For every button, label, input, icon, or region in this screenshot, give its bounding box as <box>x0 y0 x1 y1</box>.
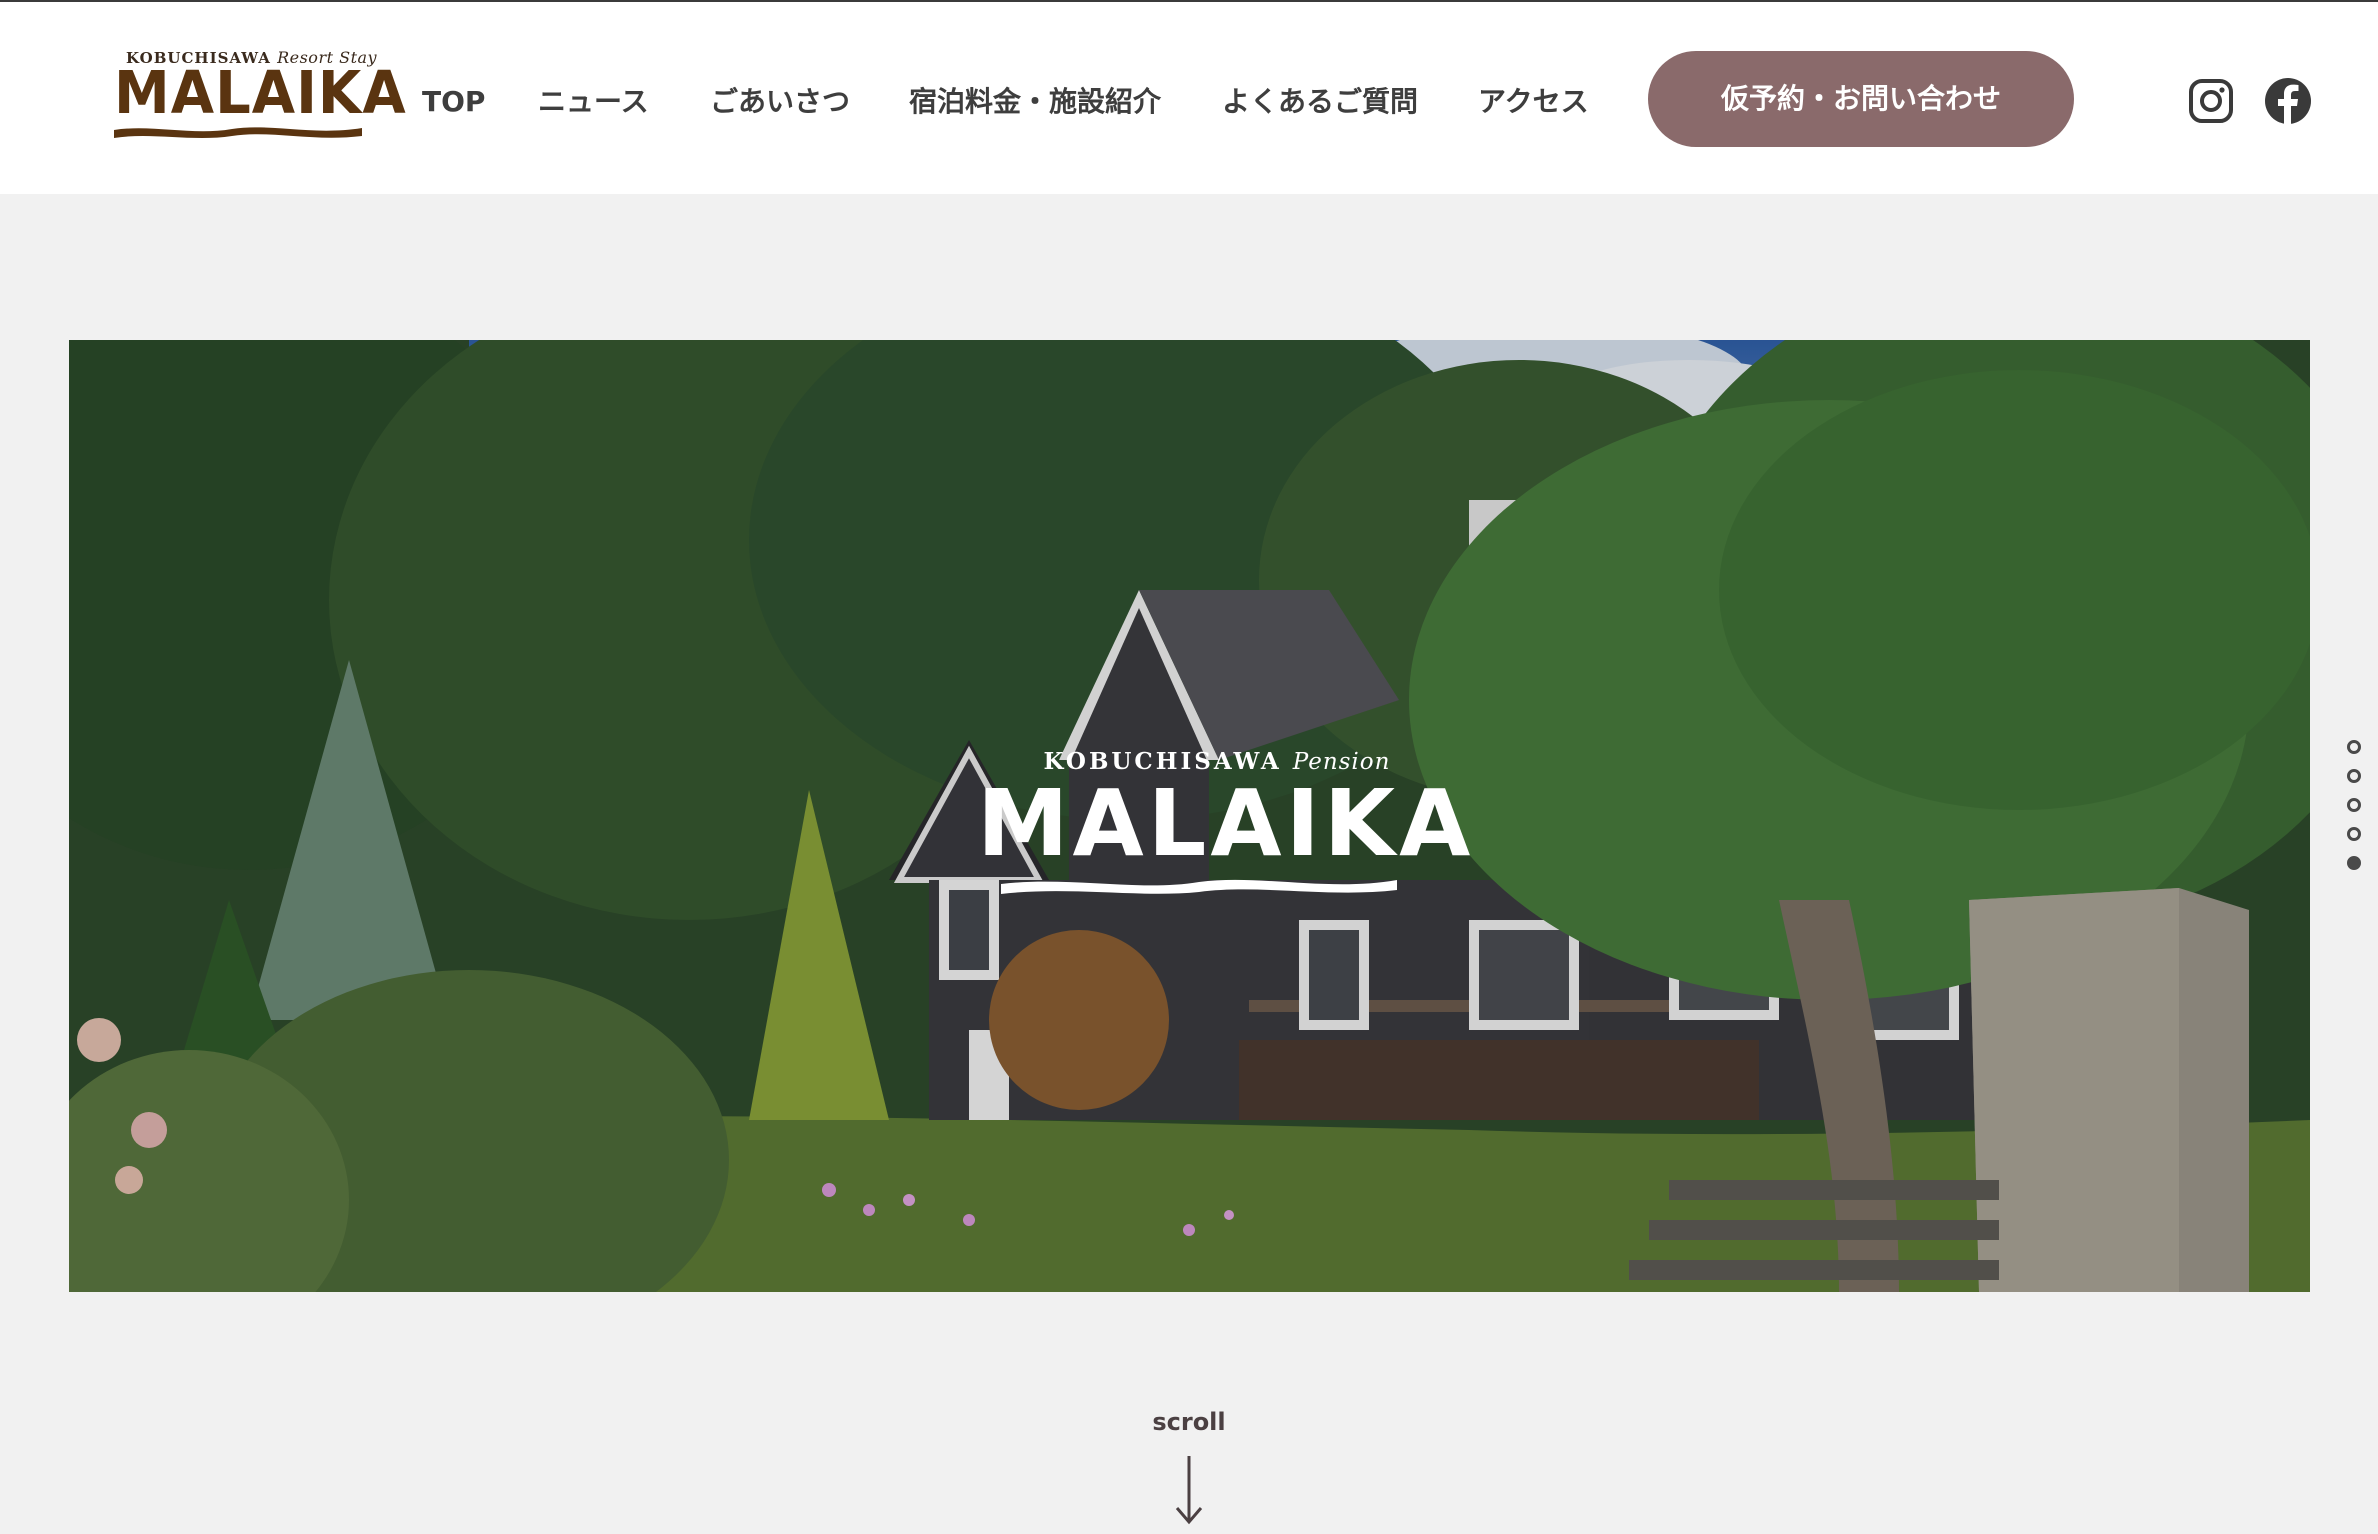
slider-dots <box>2347 740 2365 880</box>
hero-image: KOBUCHISAWA Pension MALAIKA <box>69 340 2310 1292</box>
nav-item-faq[interactable]: よくあるご質問 <box>1222 78 1418 126</box>
site-logo[interactable]: KOBUCHISAWA Resort Stay MALAIKA <box>112 48 407 148</box>
slider-dot-1[interactable] <box>2347 740 2361 754</box>
scroll-indicator[interactable]: scroll <box>1129 1408 1249 1528</box>
facebook-icon[interactable] <box>2264 77 2312 125</box>
slider-dot-2[interactable] <box>2347 769 2361 783</box>
hero-logo-wordmark: MALAIKA <box>977 770 1475 877</box>
instagram-icon[interactable] <box>2187 77 2235 125</box>
nav-item-top[interactable]: TOP <box>422 78 485 126</box>
scroll-label: scroll <box>1152 1408 1226 1436</box>
nav-item-greeting[interactable]: ごあいさつ <box>710 78 850 126</box>
nav-item-news[interactable]: ニュース <box>538 78 649 126</box>
logo-wordmark: MALAIKA <box>114 59 407 128</box>
nav-item-rates-facilities[interactable]: 宿泊料金・施設紹介 <box>909 78 1161 126</box>
nav-item-access[interactable]: アクセス <box>1478 78 1589 126</box>
hero-logo-swoosh <box>1001 879 1397 894</box>
slider-dot-4[interactable] <box>2347 827 2361 841</box>
site-header: KOBUCHISAWA Resort Stay MALAIKA TOP ニュース… <box>0 2 2378 194</box>
reservation-contact-button[interactable]: 仮予約・お問い合わせ <box>1648 51 2074 147</box>
arrow-down-icon <box>1175 1456 1203 1525</box>
hero-logo: KOBUCHISAWA Pension MALAIKA <box>977 748 1475 898</box>
slider-dot-3[interactable] <box>2347 798 2361 812</box>
slider-dot-5[interactable] <box>2347 856 2361 870</box>
logo-swoosh <box>114 127 362 138</box>
